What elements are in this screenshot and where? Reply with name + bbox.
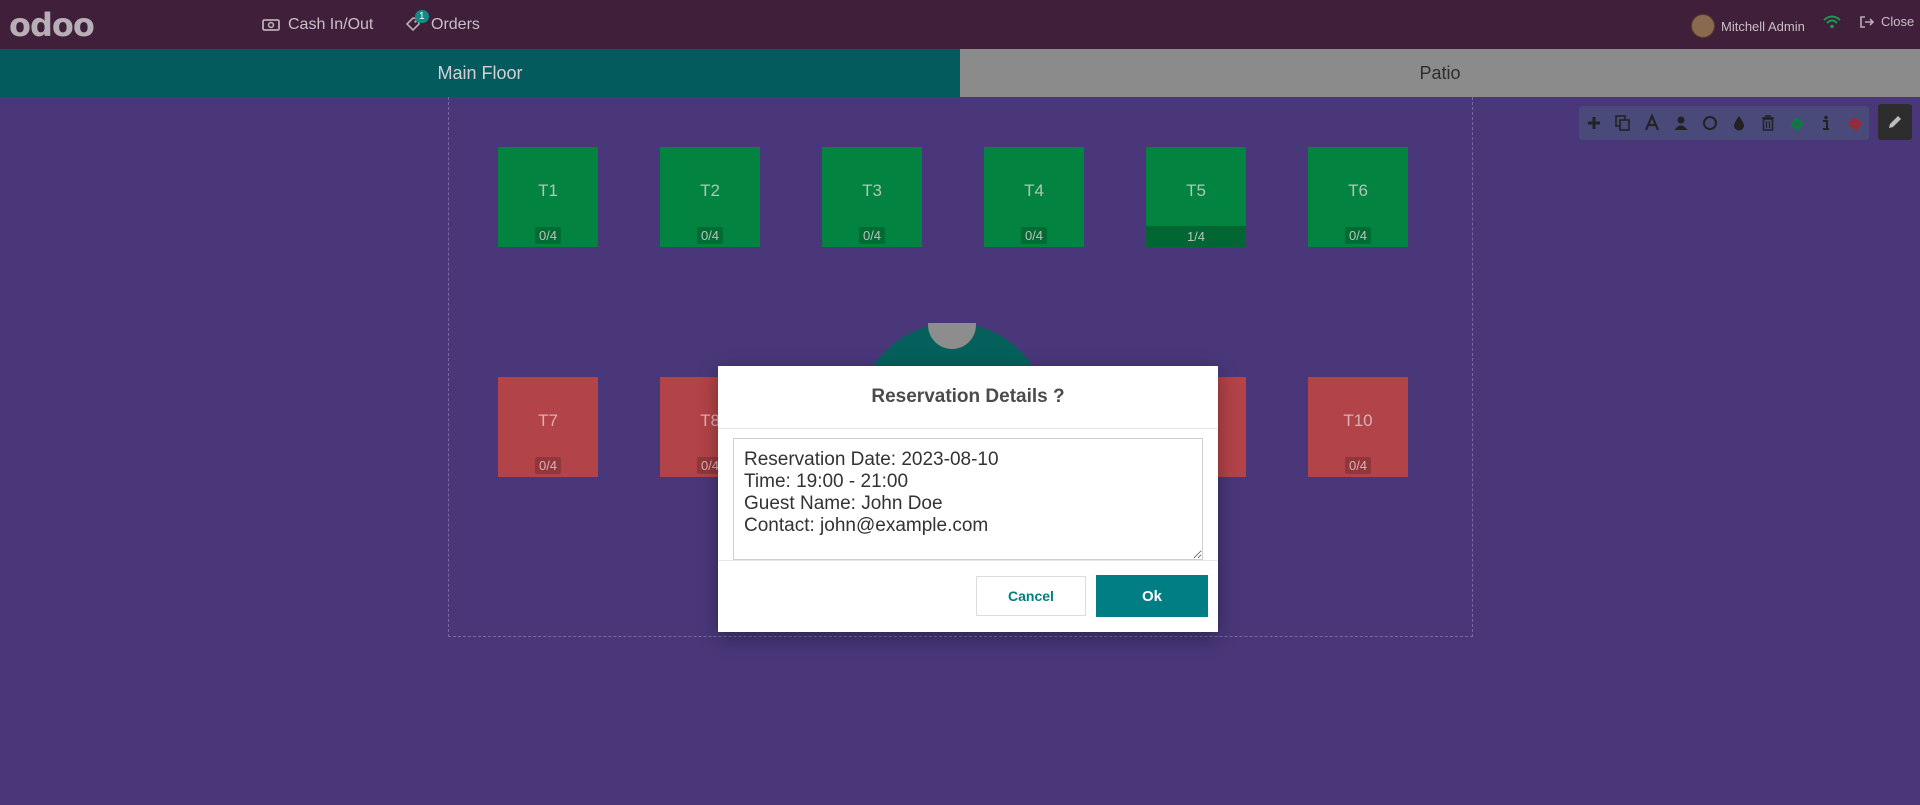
dialog-header: Reservation Details ?: [718, 366, 1218, 429]
dialog-body: [718, 429, 1218, 561]
dialog-title: Reservation Details ?: [871, 386, 1065, 407]
cancel-button[interactable]: Cancel: [976, 576, 1086, 616]
dialog-footer: Cancel Ok: [718, 560, 1218, 632]
reservation-details-textarea[interactable]: [733, 438, 1203, 560]
reservation-details-dialog: Reservation Details ? Cancel Ok: [718, 366, 1218, 632]
ok-button[interactable]: Ok: [1096, 575, 1208, 617]
